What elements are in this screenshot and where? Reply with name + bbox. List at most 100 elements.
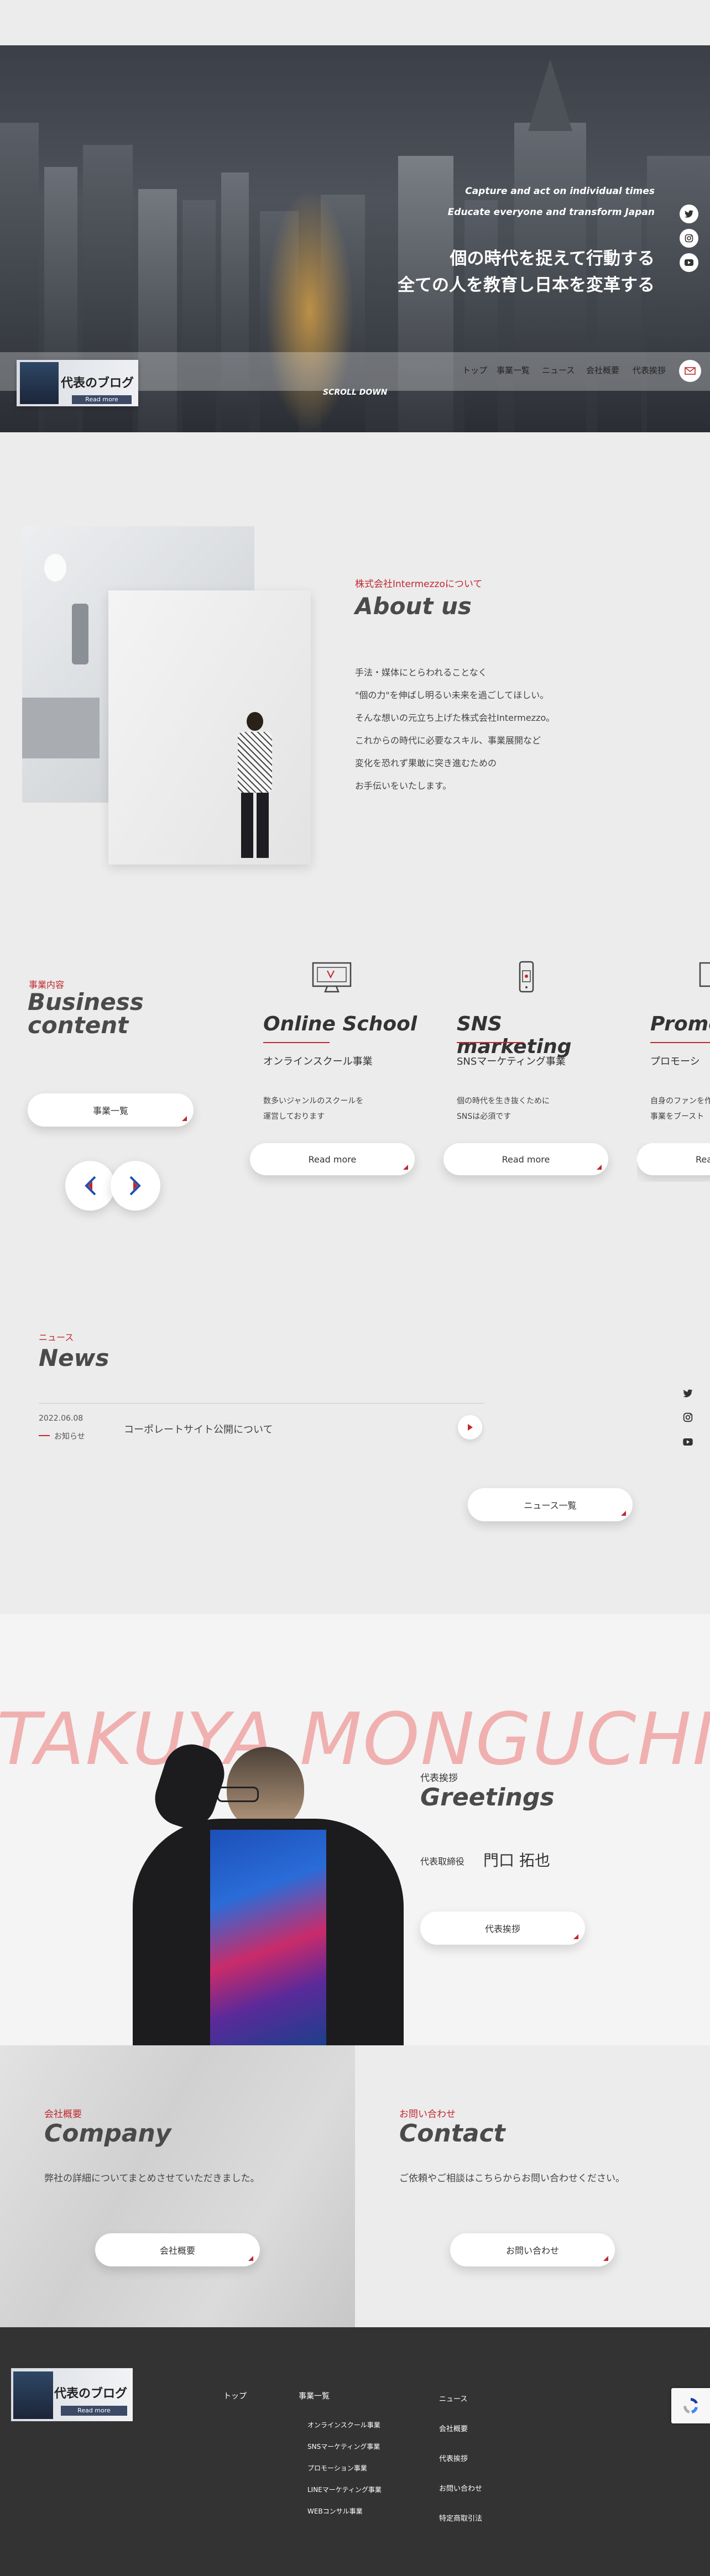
- footer-link-promotion[interactable]: プロモーション事業: [307, 2458, 382, 2479]
- greetings-title: Greetings: [420, 1783, 555, 1811]
- card-desc: 個の時代を生き抜くために SNSは必須です: [457, 1093, 550, 1124]
- sns-marketing-read-more-button[interactable]: Read more: [443, 1143, 608, 1175]
- monitor-icon: [311, 961, 353, 994]
- footer-blog-title: 代表のブログ: [54, 2387, 128, 2401]
- greetings-section: TAKUYA MONGUCHI 代表挨拶 Greetings 代表取締役 門口 …: [0, 1614, 710, 2045]
- footer-link-company[interactable]: 会社概要: [439, 2415, 482, 2444]
- footer-business-list: オンラインスクール事業 SNSマーケティング事業 プロモーション事業 LINEマ…: [307, 2415, 382, 2522]
- about-image-person: [108, 590, 311, 865]
- twitter-icon[interactable]: [680, 205, 698, 223]
- read-more-label: Rea: [696, 1154, 710, 1165]
- nav-greetings[interactable]: 代表挨拶: [633, 364, 666, 376]
- play-arrow-icon[interactable]: [458, 1415, 482, 1439]
- company-button-label: 会社概要: [159, 2245, 195, 2256]
- ceo-shirt: [210, 1830, 326, 2045]
- avatar: [20, 362, 59, 404]
- card-underline: [650, 1042, 710, 1043]
- read-more-label: Read more: [502, 1154, 550, 1165]
- greetings-label: 代表挨拶: [420, 1773, 458, 1784]
- news-list-button[interactable]: ニュース一覧: [468, 1488, 633, 1521]
- company-panel: 会社概要 Company 弊社の詳細についてまとめさせていただきました。: [0, 2045, 355, 2327]
- card-desc-line: 運営しております: [263, 1112, 325, 1121]
- instagram-icon[interactable]: [680, 1410, 696, 1425]
- card-subtitle: SNSマーケティング事業: [457, 1056, 566, 1067]
- news-item[interactable]: 2022.06.08 お知らせ コーポレートサイト公開について: [39, 1414, 484, 1449]
- youtube-icon[interactable]: [680, 253, 698, 272]
- about-body: 手法・媒体にとらわれることなく "個の力"を伸ばし明るい未来を過ごしてほしい。 …: [355, 661, 555, 797]
- business-title-1: Business: [28, 988, 144, 1015]
- contact-desc: ご依頼やご相談はこちらからお問い合わせください。: [399, 2173, 625, 2184]
- hero-section: Capture and act on individual times Educ…: [0, 45, 710, 432]
- footer-blog-banner[interactable]: 代表のブログ Read more: [11, 2368, 133, 2421]
- chevron-left-icon: [85, 1176, 96, 1196]
- arrow-icon: [603, 2256, 608, 2261]
- business-list-button[interactable]: 事業一覧: [28, 1093, 194, 1127]
- footer-link-web-consulting[interactable]: WEBコンサル事業: [307, 2501, 382, 2522]
- footer-link-business[interactable]: 事業一覧: [299, 2390, 330, 2401]
- monitor-icon: [698, 961, 710, 994]
- about-line: そんな想いの元立ち上げた株式会社Intermezzo。: [355, 713, 555, 723]
- greetings-button-label: 代表挨拶: [484, 1924, 520, 1934]
- footer-link-greetings[interactable]: 代表挨拶: [439, 2444, 482, 2474]
- news-label: ニュース: [39, 1332, 74, 1343]
- arrow-icon: [248, 2256, 253, 2261]
- arrow-icon: [621, 1511, 626, 1516]
- news-item-title: コーポレートサイト公開について: [124, 1424, 273, 1436]
- carousel-next-button[interactable]: [111, 1161, 160, 1211]
- news-divider: [39, 1403, 484, 1404]
- avatar: [13, 2371, 53, 2419]
- about-line: お手伝いをいたします。: [355, 781, 452, 791]
- card-desc: 数多いジャンルのスクールを 運営しております: [263, 1093, 363, 1124]
- twitter-icon[interactable]: [680, 1385, 696, 1401]
- nav-news[interactable]: ニュース: [542, 364, 575, 376]
- scroll-down-label[interactable]: SCROLL DOWN: [323, 388, 387, 397]
- footer-link-sns-marketing[interactable]: SNSマーケティング事業: [307, 2436, 382, 2458]
- news-category-mark: [39, 1435, 50, 1436]
- blog-banner[interactable]: 代表のブログ Read more: [17, 360, 138, 406]
- news-list-button-label: ニュース一覧: [524, 1500, 577, 1511]
- nav-company[interactable]: 会社概要: [586, 364, 619, 376]
- nav-top[interactable]: トップ: [462, 364, 487, 376]
- footer-link-line-marketing[interactable]: LINEマーケティング事業: [307, 2479, 382, 2501]
- company-button[interactable]: 会社概要: [95, 2233, 260, 2266]
- recaptcha-badge[interactable]: [671, 2388, 710, 2423]
- news-date: 2022.06.08: [39, 1414, 83, 1423]
- about-label: 株式会社Intermezzoについて: [355, 579, 483, 590]
- contact-label: お問い合わせ: [399, 2109, 456, 2120]
- company-title: Company: [44, 2119, 171, 2148]
- instagram-icon[interactable]: [680, 229, 698, 248]
- carousel-prev-button[interactable]: [65, 1161, 115, 1211]
- online-school-read-more-button[interactable]: Read more: [250, 1143, 415, 1175]
- footer: 代表のブログ Read more トップ 事業一覧 オンラインスクール事業 SN…: [0, 2327, 710, 2576]
- footer-link-contact[interactable]: お問い合わせ: [439, 2474, 482, 2504]
- mail-icon[interactable]: [679, 360, 701, 382]
- footer-link-news[interactable]: ニュース: [439, 2385, 482, 2415]
- youtube-icon[interactable]: [680, 1434, 696, 1449]
- promotion-read-more-button[interactable]: Rea: [637, 1143, 710, 1175]
- contact-button-label: お問い合わせ: [505, 2245, 559, 2256]
- card-desc-line: SNSは必須です: [457, 1112, 511, 1121]
- hero-tagline-en-1: Capture and act on individual times: [465, 186, 655, 197]
- read-more-label: Read more: [308, 1154, 357, 1165]
- business-list-button-label: 事業一覧: [92, 1106, 128, 1116]
- recaptcha-icon: [683, 2398, 698, 2413]
- about-title: About us: [355, 593, 472, 620]
- footer-link-top[interactable]: トップ: [223, 2390, 247, 2401]
- ceo-name: 門口 拓也: [483, 1851, 550, 1870]
- nav-business[interactable]: 事業一覧: [497, 364, 530, 376]
- footer-link-online-school[interactable]: オンラインスクール事業: [307, 2415, 382, 2436]
- chevron-right-icon: [129, 1176, 141, 1196]
- greetings-button[interactable]: 代表挨拶: [420, 1912, 585, 1945]
- promotion-read-more-clip: Rea: [637, 1143, 710, 1182]
- card-title: SNS marketing: [457, 1013, 572, 1058]
- card-underline: [457, 1042, 523, 1043]
- arrow-icon: [403, 1165, 408, 1170]
- card-desc: 自身のファンを作 事業をブースト: [650, 1093, 710, 1124]
- card-title: Promo: [650, 1013, 710, 1035]
- contact-button[interactable]: お問い合わせ: [450, 2233, 615, 2266]
- footer-other-links: ニュース 会社概要 代表挨拶 お問い合わせ 特定商取引法: [439, 2385, 482, 2534]
- footer-link-legal[interactable]: 特定商取引法: [439, 2504, 482, 2534]
- company-desc: 弊社の詳細についてまとめさせていただきました。: [44, 2173, 260, 2184]
- glasses: [217, 1787, 259, 1802]
- business-title: Business content: [28, 991, 144, 1037]
